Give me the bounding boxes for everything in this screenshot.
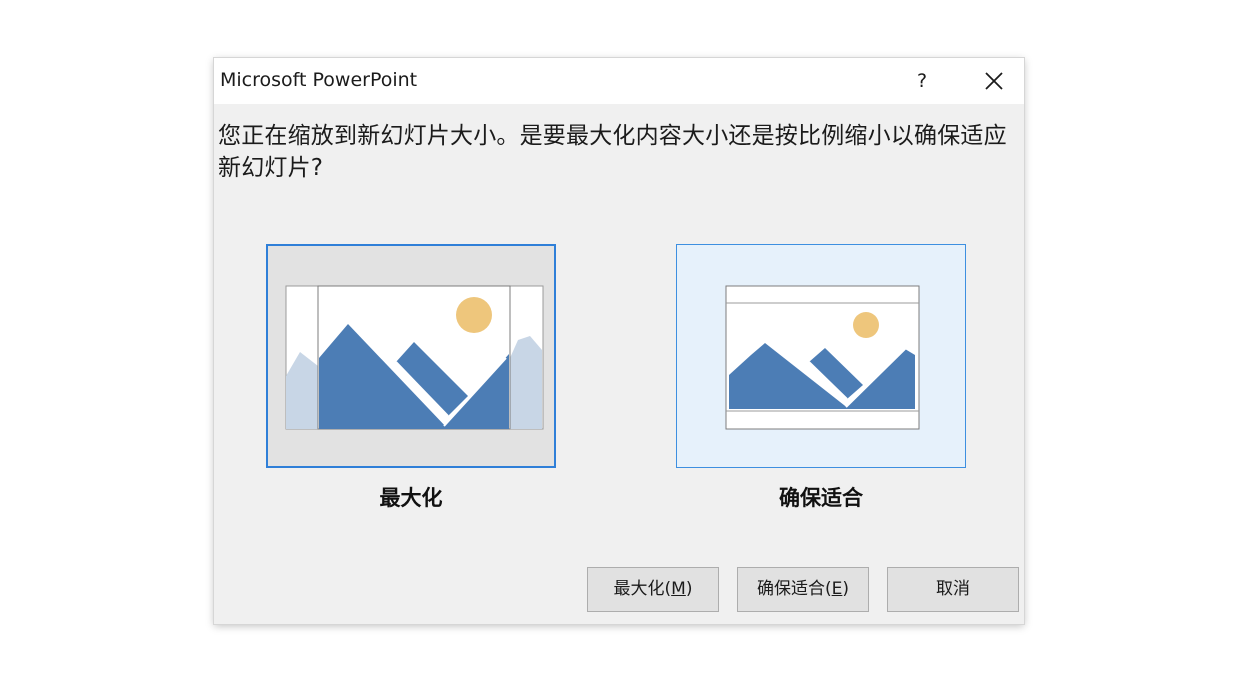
ensure-fit-button-text: 确保适合(: [756, 579, 832, 599]
maximize-button-mnemonic: M: [671, 579, 686, 599]
ensure-fit-button-suffix: ): [842, 579, 850, 599]
option-maximize-label: 最大化: [379, 486, 443, 510]
option-ensure-fit[interactable]: [676, 244, 966, 468]
close-button[interactable]: [974, 62, 1014, 100]
close-icon: [985, 72, 1003, 90]
help-button[interactable]: ?: [904, 62, 940, 100]
window-title: Microsoft PowerPoint: [220, 69, 418, 91]
maximize-button-text: 最大化(: [613, 579, 672, 599]
cancel-button[interactable]: 取消: [887, 567, 1019, 612]
ensure-fit-preview-icon: [725, 285, 920, 430]
maximize-button[interactable]: 最大化(M): [587, 567, 719, 612]
option-ensure-fit-label: 确保适合: [779, 486, 863, 510]
maximize-preview-icon: [285, 285, 544, 430]
maximize-button-suffix: ): [685, 579, 693, 599]
ensure-fit-button-mnemonic: E: [831, 579, 843, 599]
dialog-message: 您正在缩放到新幻灯片大小。是要最大化内容大小还是按比例缩小以确保适应新幻灯片?: [218, 123, 1007, 181]
ensure-fit-button[interactable]: 确保适合(E): [737, 567, 869, 612]
title-bar: Microsoft PowerPoint ?: [214, 58, 1024, 104]
powerpoint-dialog: Microsoft PowerPoint ? 您正在缩放到新幻灯片大小。是要最大…: [214, 58, 1024, 624]
option-maximize[interactable]: [266, 244, 556, 468]
